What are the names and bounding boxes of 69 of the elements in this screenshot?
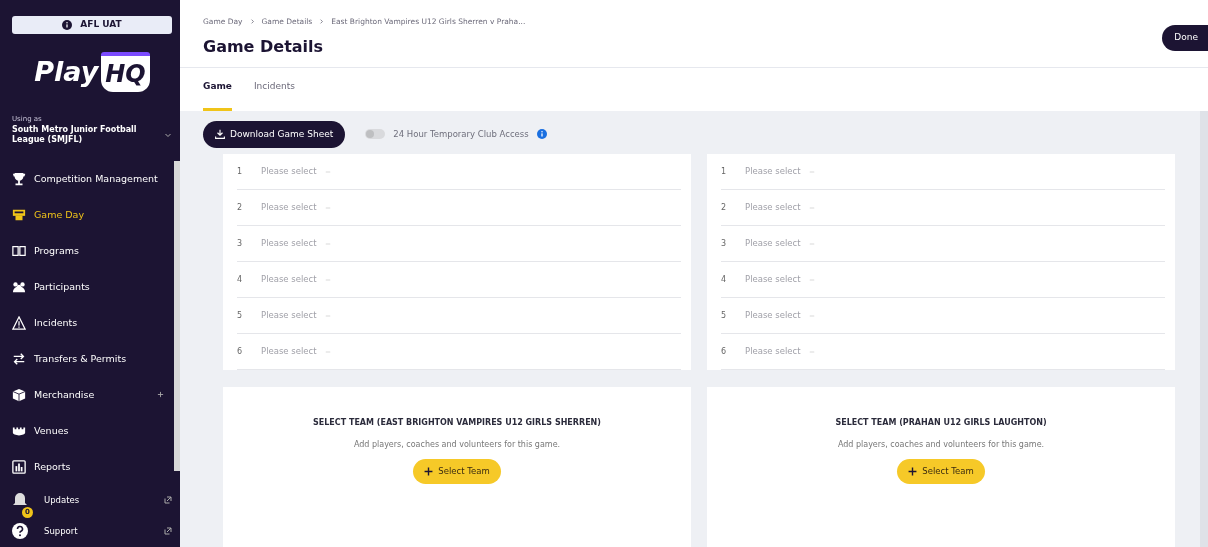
select-team-hint: Add players, coaches and volunteers for this game. [353,439,561,451]
sidebar-item[interactable]: Transfers & Permits [12,340,174,377]
nav-label: Merchandise [34,387,96,402]
nav-label: Programs [34,243,81,258]
trophy-icon [12,171,26,186]
scrollbar[interactable] [174,160,180,471]
sidebar-item[interactable]: Reports [12,448,174,485]
chevron-right-icon [319,19,325,25]
slot-number: 1 [237,165,244,178]
swap-arrows-icon [12,351,26,366]
bar-chart-icon [12,459,26,474]
done-button[interactable]: Done [1162,25,1208,51]
info-icon [62,19,73,30]
tab[interactable]: Game [203,80,232,111]
slot-number: 3 [721,237,728,250]
slot-number: 6 [721,345,728,358]
nav-label: Transfers & Permits [34,351,128,366]
nav-label: Incidents [34,315,79,330]
info-icon [536,129,547,140]
environment-label: AFL UAT [80,18,122,32]
slot-number: 2 [721,201,728,214]
logo-text: Play [34,54,99,89]
box-icon [12,387,26,402]
sidebar-item[interactable]: Support [12,515,172,547]
nav-label: Reports [34,459,72,474]
external-link-icon [164,527,172,536]
select-team-hint: Add players, coaches and volunteers for this game. [837,439,1045,451]
sidebar-item[interactable]: Venues [12,412,174,449]
slot-number: 4 [721,273,728,286]
sidebar-item[interactable]: Game Day [12,196,174,233]
page-title: Game Details [203,36,324,59]
toggle-label: 24 Hour Temporary Club Access [393,127,529,141]
nav-label: Participants [34,279,91,294]
slot-number: 5 [237,309,244,322]
select-team-button[interactable]: Select Team [413,459,501,484]
select-team-title: SELECT TEAM (PRAHAN U12 GIRLS LAUGHTON) [835,417,1047,429]
book-icon [12,243,26,258]
sidebar-item[interactable]: Programs [12,232,174,269]
organisation-name: South Metro Junior Football League (SMJFL) [12,124,138,145]
help-icon [12,523,28,540]
chevron-right-icon [249,19,255,25]
external-link-icon [164,496,172,505]
select-team-title: SELECT TEAM (EAST BRIGHTON VAMPIRES U12 GIRLS SHERREN) [313,417,601,429]
select-team-button[interactable]: Select Team [897,459,985,484]
download-icon [215,129,225,140]
sidebar-item[interactable]: Participants [12,268,174,305]
download-button[interactable]: Download Game Sheet [203,120,346,148]
slot-number: 3 [237,237,244,250]
slot-number: 4 [237,273,244,286]
slot-number: 5 [721,309,728,322]
scrollbar[interactable] [1200,110,1208,547]
plus-icon [908,466,918,476]
nav-label: Venues [34,423,70,438]
warning-icon [12,315,26,330]
plus-icon [424,466,434,476]
slot-number: 6 [237,345,244,358]
sidebar-item[interactable]: Competition Management [12,160,174,197]
nav-label: Game Day [34,207,86,222]
nav-label: Support [44,525,79,538]
ticket-booth-icon [12,207,26,222]
slot-number: 2 [237,201,244,214]
slot-number: 1 [721,165,728,178]
tab[interactable]: Incidents [253,80,295,111]
people-icon [12,279,26,294]
nav-label: Competition Management [34,171,159,186]
logo-shield: HQ [101,52,150,93]
sidebar-item[interactable]: Incidents [12,304,174,341]
nav-label: Updates [44,494,81,507]
sidebar-item[interactable]: Merchandise [12,376,174,413]
